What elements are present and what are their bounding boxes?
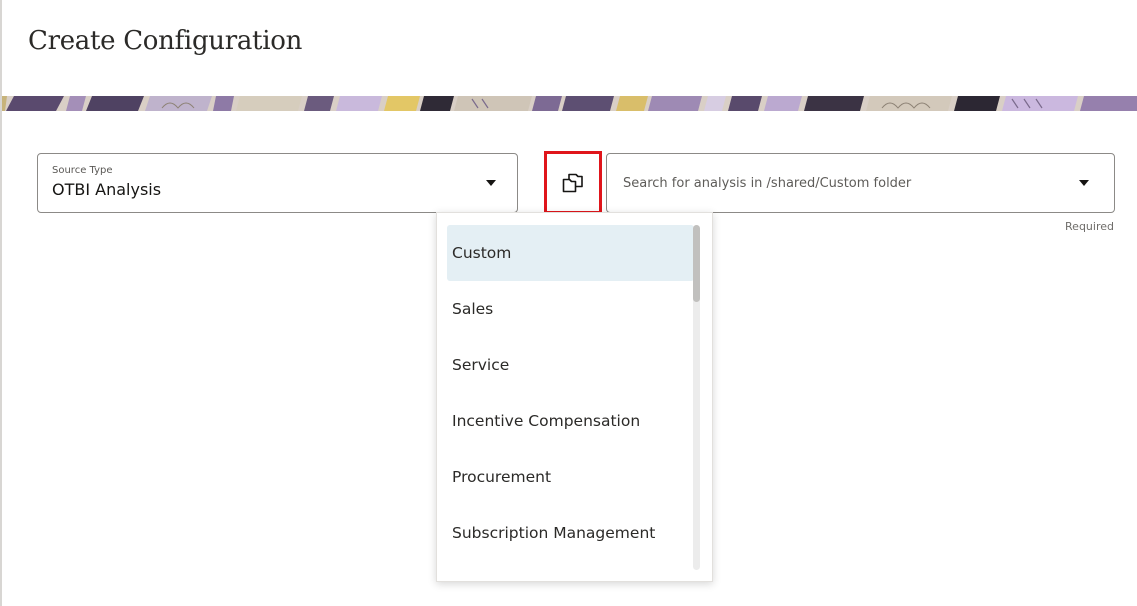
page-title: Create Configuration bbox=[28, 26, 303, 56]
folder-browse-button[interactable] bbox=[544, 151, 602, 214]
dropdown-item-incentive-compensation[interactable]: Incentive Compensation bbox=[447, 393, 694, 449]
source-type-label: Source Type bbox=[52, 165, 113, 176]
analysis-search-select[interactable] bbox=[606, 153, 1115, 213]
required-helper-text: Required bbox=[1065, 220, 1114, 233]
chevron-down-icon[interactable] bbox=[1079, 180, 1089, 186]
source-type-select[interactable]: Source Type OTBI Analysis bbox=[37, 153, 518, 213]
dropdown-scrollbar-thumb[interactable] bbox=[693, 225, 700, 302]
folder-dropdown-list[interactable]: Custom Sales Service Incentive Compensat… bbox=[436, 212, 713, 582]
analysis-search-input[interactable] bbox=[623, 173, 1053, 193]
dropdown-scrollbar[interactable] bbox=[693, 225, 700, 570]
decorative-banner bbox=[2, 96, 1137, 111]
source-type-value: OTBI Analysis bbox=[52, 180, 162, 199]
dropdown-item-service[interactable]: Service bbox=[447, 337, 694, 393]
chevron-down-icon[interactable] bbox=[486, 180, 496, 186]
dropdown-item-subscription-management[interactable]: Subscription Management bbox=[447, 505, 694, 561]
create-configuration-page: Create Configuration Source Type OTBI An… bbox=[0, 0, 1137, 606]
folder-browse-icon bbox=[562, 173, 583, 192]
dropdown-item-sales[interactable]: Sales bbox=[447, 281, 694, 337]
dropdown-item-custom[interactable]: Custom bbox=[447, 225, 694, 281]
dropdown-item-procurement[interactable]: Procurement bbox=[447, 449, 694, 505]
